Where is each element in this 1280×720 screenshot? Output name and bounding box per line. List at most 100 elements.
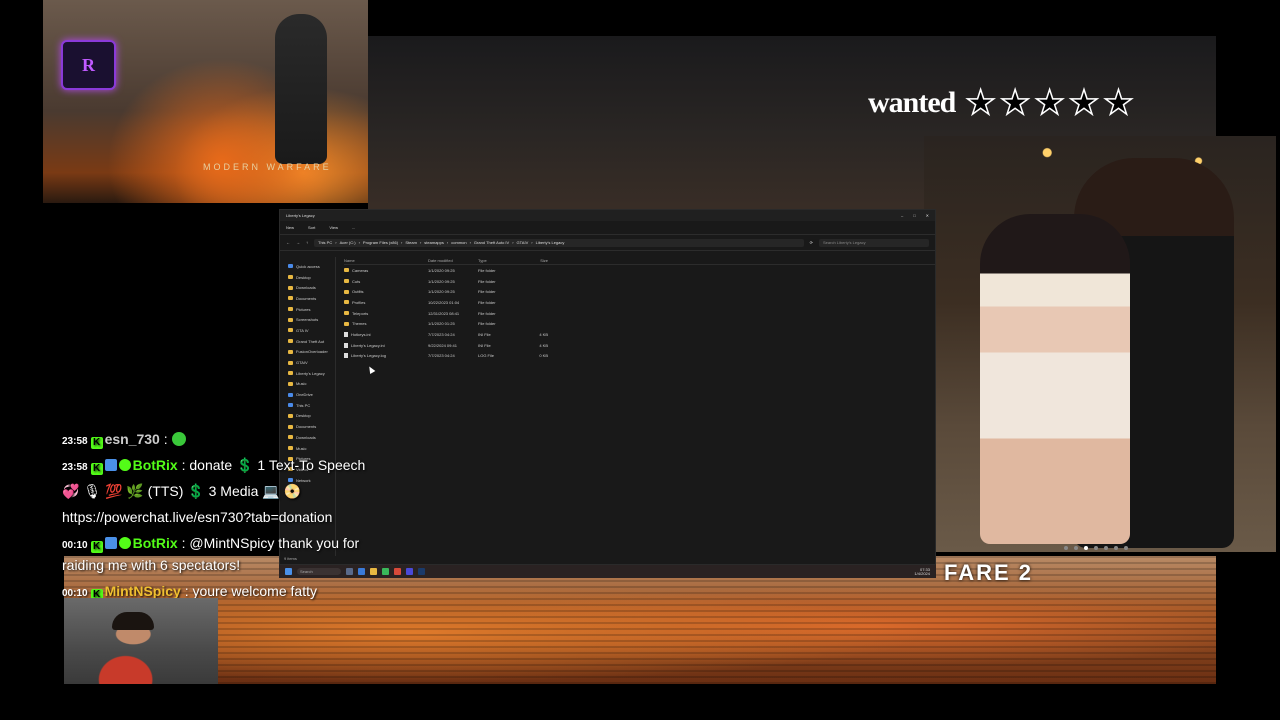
file-row[interactable]: Liberty's Legacy.ini 9/22/2024 09:41 INI F…	[344, 340, 935, 351]
folder-icon	[288, 349, 293, 354]
nav-item[interactable]: OneDrive	[280, 389, 335, 400]
nav-item[interactable]: Documents	[280, 293, 335, 304]
forward-icon[interactable]: →	[296, 240, 300, 245]
slideshow-dot[interactable]	[1124, 546, 1128, 550]
file-name-cell: Profiles	[344, 300, 428, 305]
toolbar-button[interactable]: ...	[352, 225, 355, 230]
game-artwork: MODERN WARFARE	[43, 0, 368, 203]
refresh-icon[interactable]: ⟳	[810, 240, 813, 245]
chat-timestamp: 23:58	[62, 462, 88, 473]
slideshow-dot[interactable]	[1094, 546, 1098, 550]
slideshow-dot[interactable]	[1084, 546, 1088, 550]
nav-item[interactable]: Liberty's Legacy	[280, 368, 335, 379]
breadcrumb-item[interactable]: Steam	[405, 240, 417, 245]
slideshow-dot[interactable]	[1104, 546, 1108, 550]
nav-item[interactable]: FusionOverloader	[280, 347, 335, 358]
game-caption: MODERN WARFARE	[203, 162, 332, 172]
chat-username[interactable]: BotRix	[133, 457, 178, 473]
folder-icon	[344, 289, 349, 294]
nav-item-label: OneDrive	[296, 392, 313, 398]
folder-icon	[288, 360, 293, 365]
window-titlebar[interactable]: Liberty's Legacy – □ ✕	[280, 210, 935, 221]
breadcrumb[interactable]: This PC › Acer (C:) › Program Files (x86) › St…	[314, 238, 804, 247]
file-name: Themes	[352, 321, 367, 327]
nav-item[interactable]: Desktop	[280, 272, 335, 283]
file-type: File folder	[478, 299, 496, 305]
chat-username[interactable]: BotRix	[133, 535, 178, 551]
column-header[interactable]: Name	[344, 258, 428, 263]
breadcrumb-item[interactable]: steamapps	[424, 240, 444, 245]
toolbar-button[interactable]: New	[286, 225, 294, 230]
nav-item[interactable]: Downloads	[280, 282, 335, 293]
green-face-emote	[171, 432, 186, 446]
clock[interactable]: 07:33 1/4/2024	[914, 567, 930, 576]
breadcrumb-item[interactable]: common	[451, 240, 466, 245]
app-icon[interactable]	[394, 568, 401, 575]
file-size: 4 KB	[539, 331, 548, 337]
minimize-icon[interactable]: –	[901, 213, 903, 218]
file-row[interactable]: Profiles 10/22/2023 01:04 File folder	[344, 297, 935, 308]
nav-item-label: Music	[296, 381, 307, 387]
toolbar-button[interactable]: Sort	[308, 225, 315, 230]
wanted-star-icon: ★	[1034, 84, 1066, 122]
file-row[interactable]: Liberty's Legacy.log 7/7/2023 04:24 LOG Fi…	[344, 351, 935, 362]
slideshow-dot[interactable]	[1074, 546, 1078, 550]
wanted-label: wanted	[868, 86, 956, 119]
chat-username[interactable]: MintNSpicy	[105, 583, 181, 599]
breadcrumb-item[interactable]: Program Files (x86)	[363, 240, 398, 245]
file-row[interactable]: Teleports 12/31/2023 08:41 File folder	[344, 308, 935, 319]
back-icon[interactable]: ←	[286, 240, 290, 245]
file-date: 7/7/2023 04:24	[428, 331, 455, 337]
verified-badge-icon	[118, 459, 131, 471]
file-name-cell: Cuts	[344, 279, 428, 284]
wanted-star-icon: ★	[965, 84, 997, 122]
chat-separator: :	[159, 431, 172, 447]
nav-item[interactable]: Grand Theft Aut	[280, 336, 335, 347]
nav-item[interactable]: Screenshots	[280, 314, 335, 325]
close-icon[interactable]: ✕	[926, 213, 929, 218]
column-header[interactable]: Size	[518, 258, 548, 263]
nav-item[interactable]: This PC	[280, 400, 335, 411]
steam-icon[interactable]	[418, 568, 425, 575]
search-input[interactable]: Search Liberty's Legacy	[819, 238, 929, 247]
breadcrumb-item[interactable]: This PC	[318, 240, 332, 245]
nav-item[interactable]: Music	[280, 379, 335, 390]
chat-message: 23:58 Kesn_730 :	[62, 428, 382, 450]
file-size: 4 KB	[539, 342, 548, 348]
up-icon[interactable]: ↑	[306, 240, 308, 245]
streamer-figure	[112, 612, 154, 630]
file-row[interactable]: Hotkeys.ini 7/7/2023 04:24 INI File 4 KB	[344, 329, 935, 340]
pc-icon	[288, 403, 293, 408]
column-header[interactable]: Type	[478, 258, 518, 263]
chrome-icon[interactable]	[382, 568, 389, 575]
breadcrumb-item[interactable]: GTAIV	[517, 240, 529, 245]
breadcrumb-separator-icon: ›	[531, 240, 533, 245]
breadcrumb-item[interactable]: Grand Theft Auto IV	[474, 240, 509, 245]
toolbar-button[interactable]: View	[329, 225, 338, 230]
chat-text: : donate 💲 1 Text-To Speech	[177, 457, 366, 473]
nav-item[interactable]: Pictures	[280, 304, 335, 315]
slideshow-dot[interactable]	[1064, 546, 1068, 550]
nav-item[interactable]: Quick access	[280, 261, 335, 272]
maximize-icon[interactable]: □	[913, 213, 915, 218]
breadcrumb-item[interactable]: Acer (C:)	[340, 240, 356, 245]
nav-item-label: FusionOverloader	[296, 349, 328, 355]
clock-date: 1/4/2024	[914, 570, 930, 576]
file-type: File folder	[478, 267, 496, 273]
folder-icon	[288, 371, 293, 376]
slideshow-dot[interactable]	[1114, 546, 1118, 550]
file-row[interactable]: Outfits 1/1/2020 09:25 File folder	[344, 286, 935, 297]
breadcrumb-item[interactable]: Liberty's Legacy	[536, 240, 565, 245]
nav-item[interactable]: GTAIV	[280, 357, 335, 368]
file-row[interactable]: Cuts 1/1/2020 09:25 File folder	[344, 276, 935, 287]
folder-icon	[288, 285, 293, 290]
nav-item[interactable]: GTA IV	[280, 325, 335, 336]
column-header[interactable]: Date modified	[428, 258, 478, 263]
file-row[interactable]: Themes 1/1/2020 01:25 File folder	[344, 318, 935, 329]
nav-item[interactable]: Desktop	[280, 411, 335, 422]
wanted-star-icon: ★	[1103, 84, 1135, 122]
file-row[interactable]: Cameras 1/1/2020 09:25 File folder	[344, 265, 935, 276]
chat-timestamp: 23:58	[62, 436, 88, 447]
discord-icon[interactable]	[406, 568, 413, 575]
chat-username[interactable]: esn_730	[105, 431, 160, 447]
